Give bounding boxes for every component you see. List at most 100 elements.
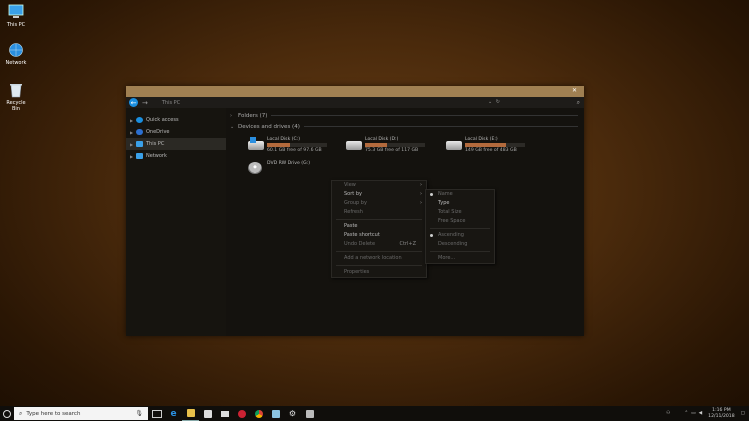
drive-free-space: 60.1 GB free of 97.6 GB [267, 148, 322, 153]
drive-usage-bar [365, 143, 425, 147]
sidebar-item-label: OneDrive [146, 129, 170, 135]
search-icon[interactable]: ⌕ [577, 99, 580, 107]
taskbar-app-edge[interactable]: e [165, 406, 182, 421]
sidebar-item-onedrive[interactable]: ▶ OneDrive [126, 126, 226, 138]
menu-item-paste[interactable]: Paste [332, 222, 426, 231]
taskbar-app-red[interactable] [233, 406, 250, 421]
sidebar-item-this-pc[interactable]: ▶ This PC [126, 138, 226, 150]
sidebar-item-label: Quick access [146, 117, 179, 123]
forward-button[interactable]: → [142, 99, 148, 107]
submenu-item-free-space[interactable]: Free Space [426, 217, 494, 226]
taskbar-app-tool[interactable] [301, 406, 318, 421]
radio-dot-icon [430, 193, 433, 196]
chevron-down-icon[interactable]: ⌄ [488, 99, 492, 105]
taskbar-search-box[interactable]: ⌕ Type here to search 🎙 [14, 407, 148, 420]
group-header-devices[interactable]: ⌄ Devices and drives (4) [226, 121, 584, 132]
globe-icon [7, 42, 25, 58]
start-button[interactable] [0, 406, 14, 421]
desktop-icon-network[interactable]: Network [2, 42, 30, 66]
chevron-right-icon: › [420, 191, 422, 197]
network-icon [136, 153, 143, 159]
app-icon [305, 409, 314, 418]
clock-time: 1:16 PM [712, 408, 731, 413]
submenu-item-descending[interactable]: Descending [426, 240, 494, 249]
tray-chevron-icon[interactable]: ⌃ [684, 411, 688, 416]
radio-dot-icon [430, 234, 433, 237]
submenu-item-name[interactable]: Name [426, 190, 494, 199]
search-icon: ⌕ [19, 409, 23, 417]
clock-date: 12/11/2018 [708, 413, 735, 419]
menu-item-group-by[interactable]: Group by › [332, 199, 426, 208]
chevron-right-icon[interactable]: › [230, 113, 238, 119]
desktop-icon-this-pc[interactable]: This PC [2, 4, 30, 28]
menu-item-label: Group by [344, 200, 367, 206]
menu-item-label: Name [438, 191, 453, 197]
submenu-item-ascending[interactable]: Ascending [426, 231, 494, 240]
title-bar[interactable]: ✕ [126, 86, 584, 97]
taskbar-app-settings[interactable]: ⚙ [284, 406, 301, 421]
menu-item-label: Paste [344, 223, 358, 229]
task-view-icon [151, 409, 162, 418]
drive-usage-fill [365, 143, 387, 147]
submenu-item-total-size[interactable]: Total Size [426, 208, 494, 217]
drive-name: Local Disk (D:) [365, 137, 399, 142]
desktop-icon-recycle-bin[interactable]: Recycle Bin [2, 82, 30, 112]
window-control-icon[interactable]: ✕ [572, 88, 578, 94]
sidebar-item-label: Network [146, 153, 167, 159]
taskbar-app-paper[interactable] [267, 406, 284, 421]
task-view-button[interactable] [148, 406, 165, 421]
volume-icon[interactable]: ◀ [699, 411, 703, 416]
menu-separator [430, 228, 490, 229]
menu-item-label: Refresh [344, 209, 363, 215]
monitor-icon [7, 4, 25, 20]
menu-item-label: More... [438, 255, 456, 261]
folder-icon [186, 409, 195, 417]
drive-icon [446, 141, 462, 150]
sidebar-item-network[interactable]: ▶ Network [126, 150, 226, 162]
mail-icon [220, 410, 229, 417]
drive-free-space: 75.3 GB free of 117 GB [365, 148, 419, 153]
clock[interactable]: 1:16 PM 12/11/2018 [708, 408, 734, 419]
menu-item-label: Type [438, 200, 450, 206]
taskbar-app-chrome[interactable] [250, 406, 267, 421]
taskbar-app-mail[interactable] [216, 406, 233, 421]
menu-item-refresh[interactable]: Refresh [332, 208, 426, 217]
taskbar-app-store[interactable] [199, 406, 216, 421]
menu-item-sort-by[interactable]: Sort by › [332, 190, 426, 199]
drive-name: Local Disk (E:) [465, 137, 498, 142]
menu-item-label: Ascending [438, 232, 464, 238]
windows-logo-icon [250, 137, 256, 143]
address-path[interactable]: This PC [162, 100, 180, 106]
search-placeholder: Type here to search [26, 410, 81, 417]
context-menu: View › Sort by › Group by › Refresh Paste P… [331, 180, 427, 278]
menu-item-paste-shortcut[interactable]: Paste shortcut [332, 231, 426, 240]
app-icon [237, 409, 246, 418]
menu-separator [336, 265, 422, 266]
drive-name: DVD RW Drive (G:) [267, 161, 311, 166]
sidebar-item-quick-access[interactable]: ▶ Quick access [126, 114, 226, 126]
sidebar-item-label: This PC [146, 141, 165, 147]
back-button[interactable]: ← [129, 98, 138, 107]
submenu-item-type[interactable]: Type [426, 199, 494, 208]
document-icon [271, 409, 280, 418]
menu-item-view[interactable]: View › [332, 181, 426, 190]
people-icon[interactable]: ⚇ [666, 411, 670, 416]
submenu-item-more[interactable]: More... [426, 254, 494, 263]
dvd-drive-icon [248, 162, 262, 174]
navigation-pane: ▶ Quick access ▶ OneDrive ▶ This PC ▶ Ne… [126, 108, 226, 336]
chevron-down-icon[interactable]: ⌄ [230, 124, 238, 130]
system-tray: ⚇ ⌃ ▭ ◀ 1:16 PM 12/11/2018 ▢ [666, 406, 749, 421]
notifications-icon[interactable]: ▢ [741, 411, 745, 416]
star-icon [136, 117, 143, 123]
menu-item-properties[interactable]: Properties [332, 268, 426, 277]
drive-name: Local Disk (C:) [267, 137, 301, 142]
menu-item-shortcut: Ctrl+Z [399, 241, 416, 247]
battery-icon[interactable]: ▭ [691, 411, 695, 416]
menu-item-add-network-location[interactable]: Add a network location [332, 254, 426, 263]
microphone-icon[interactable]: 🎙 [135, 410, 143, 417]
group-header-folders[interactable]: › Folders (7) [226, 110, 584, 121]
divider [303, 126, 578, 127]
taskbar-app-file-explorer[interactable] [182, 406, 199, 421]
menu-item-undo-delete[interactable]: Undo Delete Ctrl+Z [332, 240, 426, 249]
refresh-icon[interactable]: ↻ [496, 99, 500, 105]
